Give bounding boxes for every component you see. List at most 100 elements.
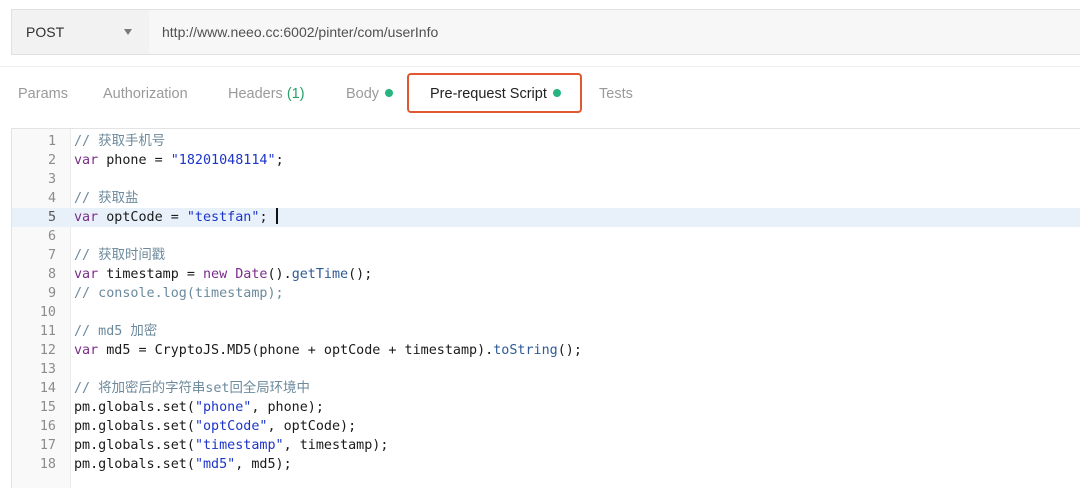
code-token: pm.globals.set( (74, 438, 195, 453)
line-number: 18 (39, 457, 56, 472)
code-line[interactable]: 5 var optCode = "testfan"; (12, 208, 1080, 227)
line-number: 17 (39, 438, 56, 453)
tab-authorization[interactable]: Authorization (103, 86, 188, 102)
code-line[interactable]: 17 pm.globals.set("timestamp", timestamp)… (12, 436, 1080, 455)
code-token: timestamp = (98, 267, 203, 282)
tab-headers[interactable]: Headers (1) (228, 86, 305, 102)
code-token: , phone); (251, 400, 324, 415)
code-token: (). (267, 267, 292, 282)
code-text: // 获取手机号 (74, 132, 165, 151)
line-number: 11 (39, 324, 56, 339)
code-token: , timestamp); (283, 438, 389, 453)
code-token: // 获取时间戳 (74, 248, 166, 263)
code-token: (); (348, 267, 373, 282)
code-token: "18201048114" (170, 153, 276, 168)
code-line[interactable]: 1 // 获取手机号 (12, 132, 1080, 151)
code-token: ; (259, 210, 276, 225)
code-text: // 将加密后的字符串set回全局环境中 (74, 379, 310, 398)
code-line[interactable]: 3 (12, 170, 1080, 189)
script-editor[interactable]: 1 // 获取手机号 2 var phone = "18201048114"; 3 4 //… (11, 128, 1080, 488)
code-line[interactable]: 10 (12, 303, 1080, 322)
code-line[interactable]: 16 pm.globals.set("optCode", optCode); (12, 417, 1080, 436)
code-token: , md5); (235, 457, 292, 472)
code-token: "md5" (194, 457, 236, 472)
code-token: // 获取盐 (74, 191, 139, 206)
line-number: 12 (39, 343, 56, 358)
code-text: var md5 = CryptoJS.MD5(phone + optCode +… (74, 341, 582, 360)
code-token: optCode = (98, 210, 187, 225)
request-bar: POST (11, 9, 1080, 55)
code-text: pm.globals.set("timestamp", timestamp); (74, 436, 388, 455)
line-number: 2 (47, 153, 56, 168)
code-token: getTime (291, 267, 349, 282)
tab-label: Tests (599, 86, 633, 102)
text-cursor (275, 208, 278, 224)
code-text: // 获取时间戳 (74, 246, 165, 265)
code-text: // console.log(timestamp); (74, 284, 284, 303)
tab-label: Headers (228, 86, 283, 102)
tab-label: Authorization (103, 86, 188, 102)
tab-params[interactable]: Params (18, 86, 68, 102)
code-token: var (74, 153, 99, 168)
code-line[interactable]: 15 pm.globals.set("phone", phone); (12, 398, 1080, 417)
code-text: // md5 加密 (74, 322, 157, 341)
code-text: pm.globals.set("optCode", optCode); (74, 417, 356, 436)
method-select[interactable]: POST (12, 10, 150, 54)
code-token: var (74, 267, 99, 282)
code-token: md5 = CryptoJS.MD5(phone + optCode + tim… (98, 343, 494, 358)
code-line[interactable]: 2 var phone = "18201048114"; (12, 151, 1080, 170)
line-number: 15 (39, 400, 56, 415)
code-token: // md5 加密 (74, 324, 158, 339)
script-status-dot-icon (552, 89, 561, 97)
code-line[interactable]: 12 var md5 = CryptoJS.MD5(phone + optCode… (12, 341, 1080, 360)
line-number: 3 (47, 172, 56, 187)
tab-label: Pre-request Script (430, 86, 547, 102)
code-line[interactable]: 7 // 获取时间戳 (12, 246, 1080, 265)
code-token: "phone" (194, 400, 252, 415)
code-token: pm.globals.set( (74, 419, 195, 434)
code-line[interactable]: 18 pm.globals.set("md5", md5); (12, 455, 1080, 474)
method-label: POST (26, 24, 65, 40)
code-text: var optCode = "testfan"; (74, 208, 278, 227)
code-token: , optCode); (267, 419, 357, 434)
code-line[interactable]: 14 // 将加密后的字符串set回全局环境中 (12, 379, 1080, 398)
body-status-dot-icon (385, 89, 394, 97)
code-line[interactable]: 4 // 获取盐 (12, 189, 1080, 208)
code-token: var (74, 343, 99, 358)
tab-body[interactable]: Body (346, 86, 394, 102)
code-line[interactable]: 8 var timestamp = new Date().getTime(); (12, 265, 1080, 284)
code-token: Date (235, 267, 268, 282)
code-token: new (203, 267, 228, 282)
code-text: pm.globals.set("phone", phone); (74, 398, 324, 417)
tab-label: Body (346, 86, 380, 102)
line-number: 1 (47, 134, 56, 149)
code-token: // 将加密后的字符串set回全局环境中 (74, 381, 310, 396)
code-token: // console.log(timestamp); (74, 286, 284, 301)
code-text: var timestamp = new Date().getTime(); (74, 265, 372, 284)
line-number: 7 (47, 248, 56, 263)
code-token: pm.globals.set( (74, 400, 195, 415)
tab-pre-request-script[interactable]: Pre-request Script (430, 86, 561, 102)
code-token: (); (557, 343, 582, 358)
line-number: 6 (47, 229, 56, 244)
code-text: pm.globals.set("md5", md5); (74, 455, 292, 474)
request-tabs: Params Authorization Headers (1) Body Pr… (0, 70, 1080, 120)
code-token: pm.globals.set( (74, 457, 195, 472)
line-number: 14 (39, 381, 56, 396)
tab-label: Params (18, 86, 68, 102)
code-line[interactable]: 13 (12, 360, 1080, 379)
url-input[interactable] (149, 10, 1080, 54)
code-line[interactable]: 11 // md5 加密 (12, 322, 1080, 341)
code-token: toString (493, 343, 558, 358)
code-line[interactable]: 9 // console.log(timestamp); (12, 284, 1080, 303)
code-line[interactable]: 6 (12, 227, 1080, 246)
line-number: 8 (47, 267, 56, 282)
code-token: var (74, 210, 99, 225)
code-text: var phone = "18201048114"; (74, 151, 284, 170)
code-token: "timestamp" (194, 438, 284, 453)
line-number: 10 (39, 305, 56, 320)
line-number: 5 (47, 210, 56, 225)
divider (0, 66, 1080, 67)
code-text: // 获取盐 (74, 189, 138, 208)
tab-tests[interactable]: Tests (599, 86, 633, 102)
